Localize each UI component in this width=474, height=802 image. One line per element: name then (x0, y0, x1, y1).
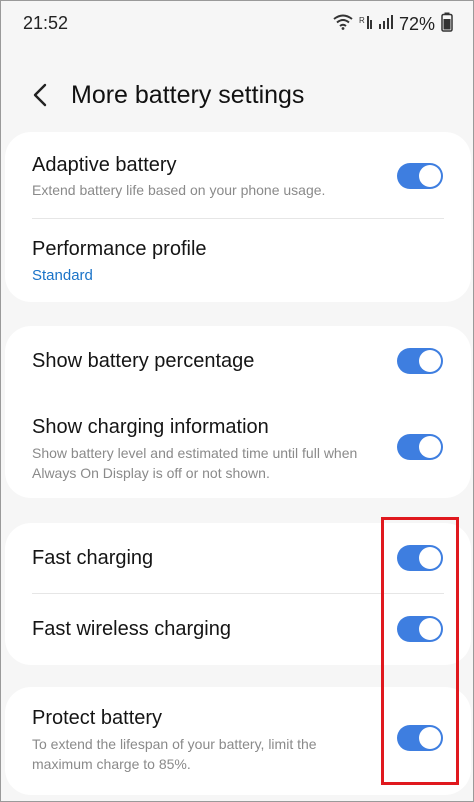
toggle-knob (419, 436, 441, 458)
chevron-left-icon (27, 83, 57, 115)
toggle-knob (419, 350, 441, 372)
battery-icon (441, 12, 453, 37)
network-signal-icon: R (359, 14, 373, 35)
row-value: Standard (32, 267, 93, 284)
row-subtitle: To extend the lifespan of your battery, … (32, 736, 317, 772)
status-icons: R 72% (333, 12, 453, 37)
adaptive-battery-row[interactable]: Adaptive battery Extend battery life bas… (5, 132, 471, 218)
row-title: Fast charging (32, 547, 154, 569)
status-bar: 21:52 R 72% (1, 1, 474, 45)
page-title: More battery settings (71, 81, 305, 109)
toggle-knob (419, 165, 441, 187)
row-title: Show battery percentage (32, 350, 255, 372)
settings-group-2: Show battery percentage Show charging in… (5, 326, 471, 498)
wifi-icon (333, 14, 353, 35)
row-title: Show charging information (32, 416, 269, 438)
show-battery-percentage-toggle[interactable] (397, 348, 443, 374)
row-title: Fast wireless charging (32, 618, 231, 640)
battery-percentage: 72% (398, 14, 435, 34)
highlight-box (381, 517, 459, 785)
row-subtitle: Show battery level and estimated time un… (32, 445, 358, 481)
row-title: Protect battery (32, 707, 163, 729)
show-charging-information-toggle[interactable] (397, 434, 443, 460)
back-button[interactable] (27, 79, 57, 111)
show-battery-percentage-row[interactable]: Show battery percentage (5, 326, 471, 396)
adaptive-battery-toggle[interactable] (397, 163, 443, 189)
svg-text:R: R (359, 16, 365, 25)
app-header: More battery settings (1, 65, 474, 125)
show-charging-information-row[interactable]: Show charging information Show battery l… (5, 396, 471, 498)
screen-frame: 21:52 R 72% More battery settings Adapti… (0, 0, 474, 802)
row-subtitle: Extend battery life based on your phone … (32, 182, 326, 198)
performance-profile-row[interactable]: Performance profile Standard (5, 219, 471, 302)
cellular-signal-icon (378, 14, 393, 35)
row-title: Adaptive battery (32, 154, 177, 176)
row-title: Performance profile (32, 238, 207, 260)
status-time: 21:52 (23, 13, 69, 33)
settings-group-1: Adaptive battery Extend battery life bas… (5, 132, 471, 302)
